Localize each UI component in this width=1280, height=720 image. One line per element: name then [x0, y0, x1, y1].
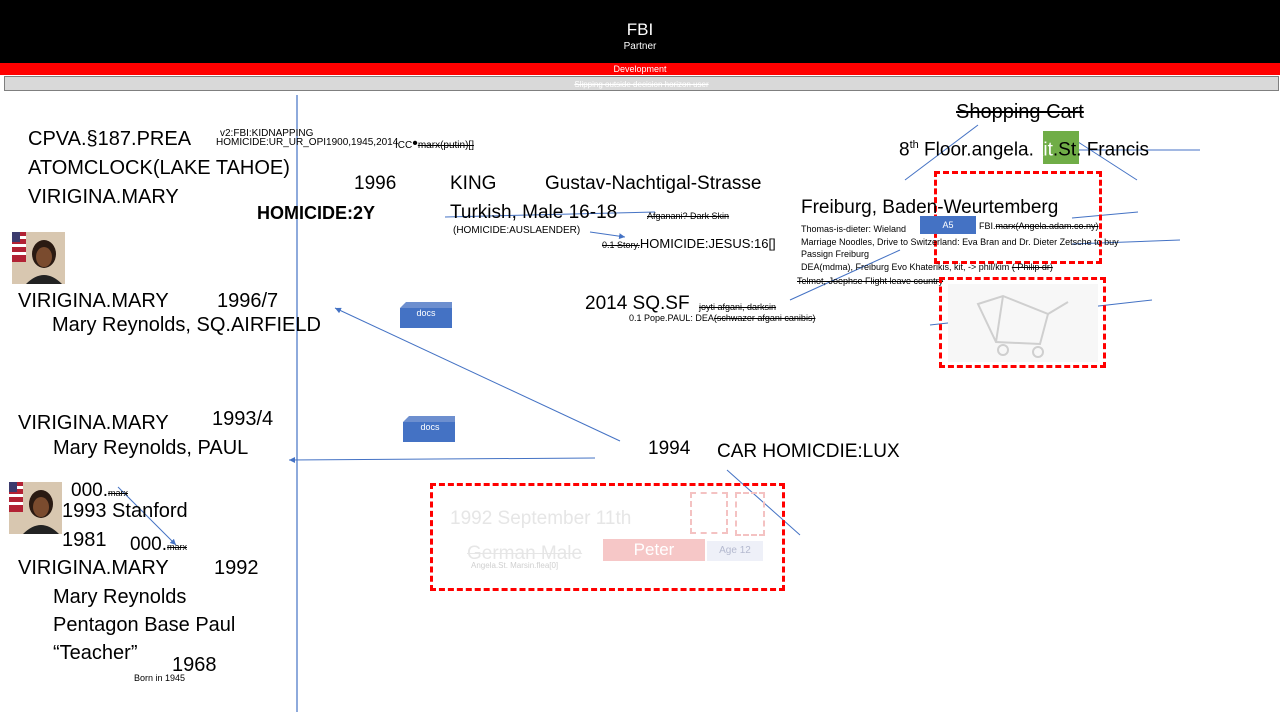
shopping-cart-icon [948, 284, 1098, 362]
virigina-mary-1996: VIRIGINA.MARY [18, 290, 169, 312]
icc-marx-putin: ICC•marx(putin)[] [395, 135, 474, 152]
homicide-2y-label: HOMICIDE:2Y [257, 203, 376, 223]
year-1992: 1992 [214, 557, 259, 579]
marx-label: marx [166, 542, 187, 552]
car-homicide-label: CAR HOMICDIE:LUX [717, 441, 900, 462]
homicide-ur-label: HOMICIDE:UR_UR_OPI1900,1945,2014 [216, 137, 399, 148]
marx-putin-label: marx(putin)[] [417, 140, 474, 151]
fbi-marx-angela: FBI.marx(Angela.adam.co.ny) [979, 221, 1099, 231]
floor-number: 8 [899, 139, 910, 161]
afganani-note: Afganani? Dark Skin [647, 211, 730, 221]
arrow-to-1993-4 [288, 456, 596, 463]
mary-reynolds-paul: Mary Reynolds, PAUL [53, 437, 249, 459]
story-label: HOMICIDE:JESUS:16[] [639, 236, 776, 251]
portrait-photo-bottom [9, 482, 62, 534]
floor-label: 8th Floor.angela.kit.St. Francis [899, 139, 1149, 161]
portrait-image [9, 482, 62, 534]
virigina-mary-1993: VIRIGINA.MARY [18, 412, 169, 434]
pope-paul-dea: 0.1 Pope.PAUL: DEA(schwazer afgani canib… [629, 313, 815, 323]
schwazer-label: (schwazer afgani canibis) [713, 313, 816, 323]
faded-box-a [690, 492, 728, 534]
atomclock-label: ATOMCLOCK(LAKE TAHOE) [28, 157, 290, 179]
faded-event-box [430, 483, 785, 591]
telmot-flight-label: Telmot, Joephse Flight leave country [797, 276, 944, 286]
dea-text: DEA(mdma), Freiburg Evo Khaterikis, kit,… [801, 262, 1010, 272]
zero-label: 000. [71, 480, 108, 501]
pope-label: 0.1 Pope.PAUL: DEA [629, 313, 714, 323]
marriage-noodles-label: Marriage Noodles, Drive to Switzerland: … [801, 237, 1119, 247]
faded-box-b [735, 492, 765, 536]
faded-peter-badge: Peter [603, 539, 705, 561]
cpva-label: CPVA.§187.PREA [28, 128, 192, 150]
story-prefix: 0.1 Story. [602, 240, 640, 250]
faded-date-label: 1992 September 11th [450, 508, 632, 529]
zero-marx-1: 000.marx [71, 480, 128, 502]
arrow-to-1996-7 [334, 307, 621, 442]
year-1994: 1994 [648, 438, 691, 459]
passign-freiburg-label: Passign Freiburg [801, 249, 870, 259]
year-1996-7: 1996/7 [217, 290, 279, 312]
thomas-dieter-label: Thomas-is-dieter: Wieland [801, 224, 907, 234]
docs-label-1: docs [416, 308, 436, 318]
born-1945: Born in 1945 [134, 673, 186, 683]
marx-angela-label: marx(Angela.adam.co.ny) [995, 221, 1099, 231]
docs-label-2: docs [420, 422, 440, 432]
dea-mdma-label: DEA(mdma), Freiburg Evo Khaterikis, kit,… [801, 262, 1053, 272]
virigina-mary-1992: VIRIGINA.MARY [18, 557, 169, 579]
gustav-street-label: Gustav-Nachtigal-Strasse [545, 173, 762, 194]
stanford-1993: 1993 Stanford [62, 500, 188, 522]
year-1993-4: 1993/4 [212, 408, 274, 430]
virigina-mary-top: VIRIGINA.MARY [28, 186, 179, 208]
faded-age-badge: Age 12 [707, 541, 763, 561]
kit-label: kit [1033, 139, 1053, 161]
marx-label: marx [107, 488, 128, 498]
king-label: KING [450, 173, 497, 194]
fbi-label: FBI. [979, 221, 996, 231]
sqsf-2014: 2014 SQ.SF [585, 293, 690, 314]
zero-marx-2: 000.marx [130, 534, 187, 556]
mary-reynolds-airfield: Mary Reynolds, SQ.AIRFIELD [52, 314, 321, 336]
floor-text: Floor.angela. [918, 139, 1034, 161]
faded-small-note: Angela.St. Marsin.flea[0] [471, 561, 559, 570]
zero-label: 000. [130, 534, 167, 555]
portrait-photo-top [12, 232, 65, 284]
a5-badge: A5 [920, 216, 976, 234]
year-1996: 1996 [354, 173, 397, 194]
francis-label: .St. Francis [1052, 139, 1149, 161]
joyti-note: joyti afgani, darksin [699, 302, 777, 312]
icc-label: ICC [395, 140, 413, 151]
portrait-image [12, 232, 65, 284]
mary-reynolds: Mary Reynolds [53, 586, 187, 608]
turkish-male-label: Turkish, Male 16-18 [450, 202, 618, 223]
floor-sup: th [909, 139, 919, 151]
shopping-cart-title: Shopping Cart [956, 101, 1084, 123]
pentagon-base-paul: Pentagon Base Paul [53, 614, 236, 636]
auslaender-label: (HOMICIDE:AUSLAENDER) [453, 225, 581, 236]
story-homicide: 0.1 Story.HOMICIDE:JESUS:16[] [602, 236, 776, 251]
year-1981: 1981 [62, 529, 107, 551]
teacher-label: “Teacher” [53, 642, 138, 664]
philip-label: ( Philip dr) [1011, 262, 1053, 272]
